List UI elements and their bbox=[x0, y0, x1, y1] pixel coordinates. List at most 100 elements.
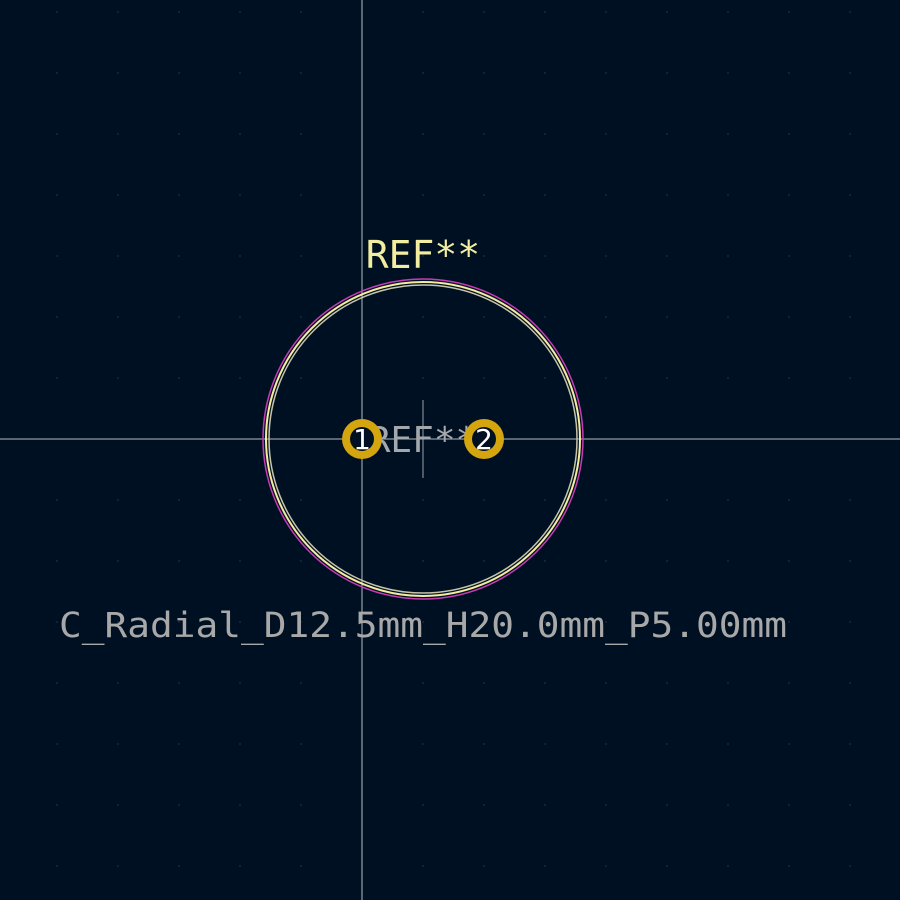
grid-dot bbox=[117, 560, 119, 562]
grid-dot bbox=[56, 865, 58, 867]
grid-dot bbox=[483, 865, 485, 867]
grid-dot bbox=[788, 194, 790, 196]
grid-dot bbox=[605, 133, 607, 135]
grid-dot bbox=[422, 499, 424, 501]
grid-dot bbox=[849, 865, 851, 867]
grid-dot bbox=[300, 499, 302, 501]
grid-dot bbox=[178, 560, 180, 562]
silkscreen-reference-text[interactable]: REF** bbox=[366, 233, 480, 277]
grid-dot bbox=[178, 11, 180, 13]
grid-dot bbox=[849, 804, 851, 806]
grid-dot bbox=[56, 11, 58, 13]
pcb-footprint-canvas[interactable]: REF** 1 2 REF** C_Radial_D12.5mm_H20.0mm… bbox=[0, 0, 900, 900]
grid-dot bbox=[666, 682, 668, 684]
grid-dot bbox=[544, 316, 546, 318]
grid-dot bbox=[239, 865, 241, 867]
grid-dot bbox=[56, 621, 58, 623]
grid-dot bbox=[849, 255, 851, 257]
grid-dot bbox=[788, 499, 790, 501]
grid-dot bbox=[117, 804, 119, 806]
pad-2[interactable]: 2 bbox=[464, 419, 504, 459]
grid-dot bbox=[849, 621, 851, 623]
grid-dot bbox=[605, 560, 607, 562]
grid-dot bbox=[727, 560, 729, 562]
grid-dot bbox=[56, 72, 58, 74]
grid-dot bbox=[239, 255, 241, 257]
grid-dot bbox=[544, 743, 546, 745]
grid-dot bbox=[117, 499, 119, 501]
grid-dot bbox=[544, 72, 546, 74]
grid-dot bbox=[544, 560, 546, 562]
pad-1-number: 1 bbox=[353, 423, 371, 456]
grid-dot bbox=[239, 377, 241, 379]
grid-dot bbox=[788, 316, 790, 318]
grid-dot bbox=[666, 316, 668, 318]
grid-dot bbox=[56, 377, 58, 379]
grid-dot bbox=[605, 194, 607, 196]
grid-dot bbox=[605, 743, 607, 745]
grid-dot bbox=[727, 743, 729, 745]
grid-dot bbox=[239, 743, 241, 745]
grid-dot bbox=[544, 377, 546, 379]
grid-dot bbox=[117, 316, 119, 318]
grid-dot bbox=[483, 682, 485, 684]
grid-dot bbox=[849, 133, 851, 135]
grid-dot bbox=[56, 316, 58, 318]
grid-dot bbox=[56, 682, 58, 684]
grid-dot bbox=[788, 682, 790, 684]
grid-dot bbox=[483, 255, 485, 257]
grid-dot bbox=[605, 682, 607, 684]
grid-dot bbox=[727, 865, 729, 867]
grid-dot bbox=[849, 72, 851, 74]
grid-dot bbox=[544, 804, 546, 806]
grid-dot bbox=[483, 11, 485, 13]
grid-dot bbox=[544, 255, 546, 257]
grid-dot bbox=[544, 499, 546, 501]
pad-1[interactable]: 1 bbox=[342, 419, 382, 459]
grid-dot bbox=[56, 133, 58, 135]
grid-dot bbox=[300, 11, 302, 13]
grid-dot bbox=[117, 865, 119, 867]
grid-dot bbox=[178, 133, 180, 135]
grid-dot bbox=[605, 255, 607, 257]
grid-dot bbox=[849, 11, 851, 13]
grid-dot bbox=[422, 72, 424, 74]
grid-dot bbox=[483, 133, 485, 135]
grid-dot bbox=[544, 865, 546, 867]
grid-dot bbox=[239, 804, 241, 806]
grid-dot bbox=[605, 316, 607, 318]
grid-dot bbox=[56, 560, 58, 562]
grid-dot bbox=[239, 560, 241, 562]
grid-dot bbox=[849, 743, 851, 745]
grid-dot bbox=[483, 743, 485, 745]
grid-dot bbox=[727, 682, 729, 684]
grid-dot bbox=[300, 804, 302, 806]
grid-dot bbox=[544, 133, 546, 135]
grid-dot bbox=[178, 377, 180, 379]
fab-reference-text[interactable]: REF** bbox=[369, 420, 477, 461]
grid-dot bbox=[605, 377, 607, 379]
grid-dot bbox=[56, 804, 58, 806]
grid-dot bbox=[422, 743, 424, 745]
grid-dot bbox=[117, 377, 119, 379]
pad-2-number: 2 bbox=[475, 423, 493, 456]
grid-dot bbox=[727, 133, 729, 135]
grid-dot bbox=[117, 11, 119, 13]
footprint-value-text[interactable]: C_Radial_D12.5mm_H20.0mm_P5.00mm bbox=[59, 606, 787, 646]
grid-dot bbox=[178, 194, 180, 196]
grid-dot bbox=[239, 194, 241, 196]
grid-dot bbox=[178, 499, 180, 501]
grid-dot bbox=[300, 255, 302, 257]
grid-dot bbox=[483, 194, 485, 196]
grid-dot bbox=[117, 255, 119, 257]
grid-dot bbox=[422, 11, 424, 13]
grid-dot bbox=[300, 682, 302, 684]
grid-dot bbox=[56, 499, 58, 501]
grid-dot bbox=[849, 560, 851, 562]
grid-dot bbox=[300, 377, 302, 379]
grid-dot bbox=[544, 11, 546, 13]
grid-dot bbox=[788, 865, 790, 867]
grid-dot bbox=[788, 377, 790, 379]
grid-dot bbox=[849, 499, 851, 501]
grid-dot bbox=[727, 72, 729, 74]
